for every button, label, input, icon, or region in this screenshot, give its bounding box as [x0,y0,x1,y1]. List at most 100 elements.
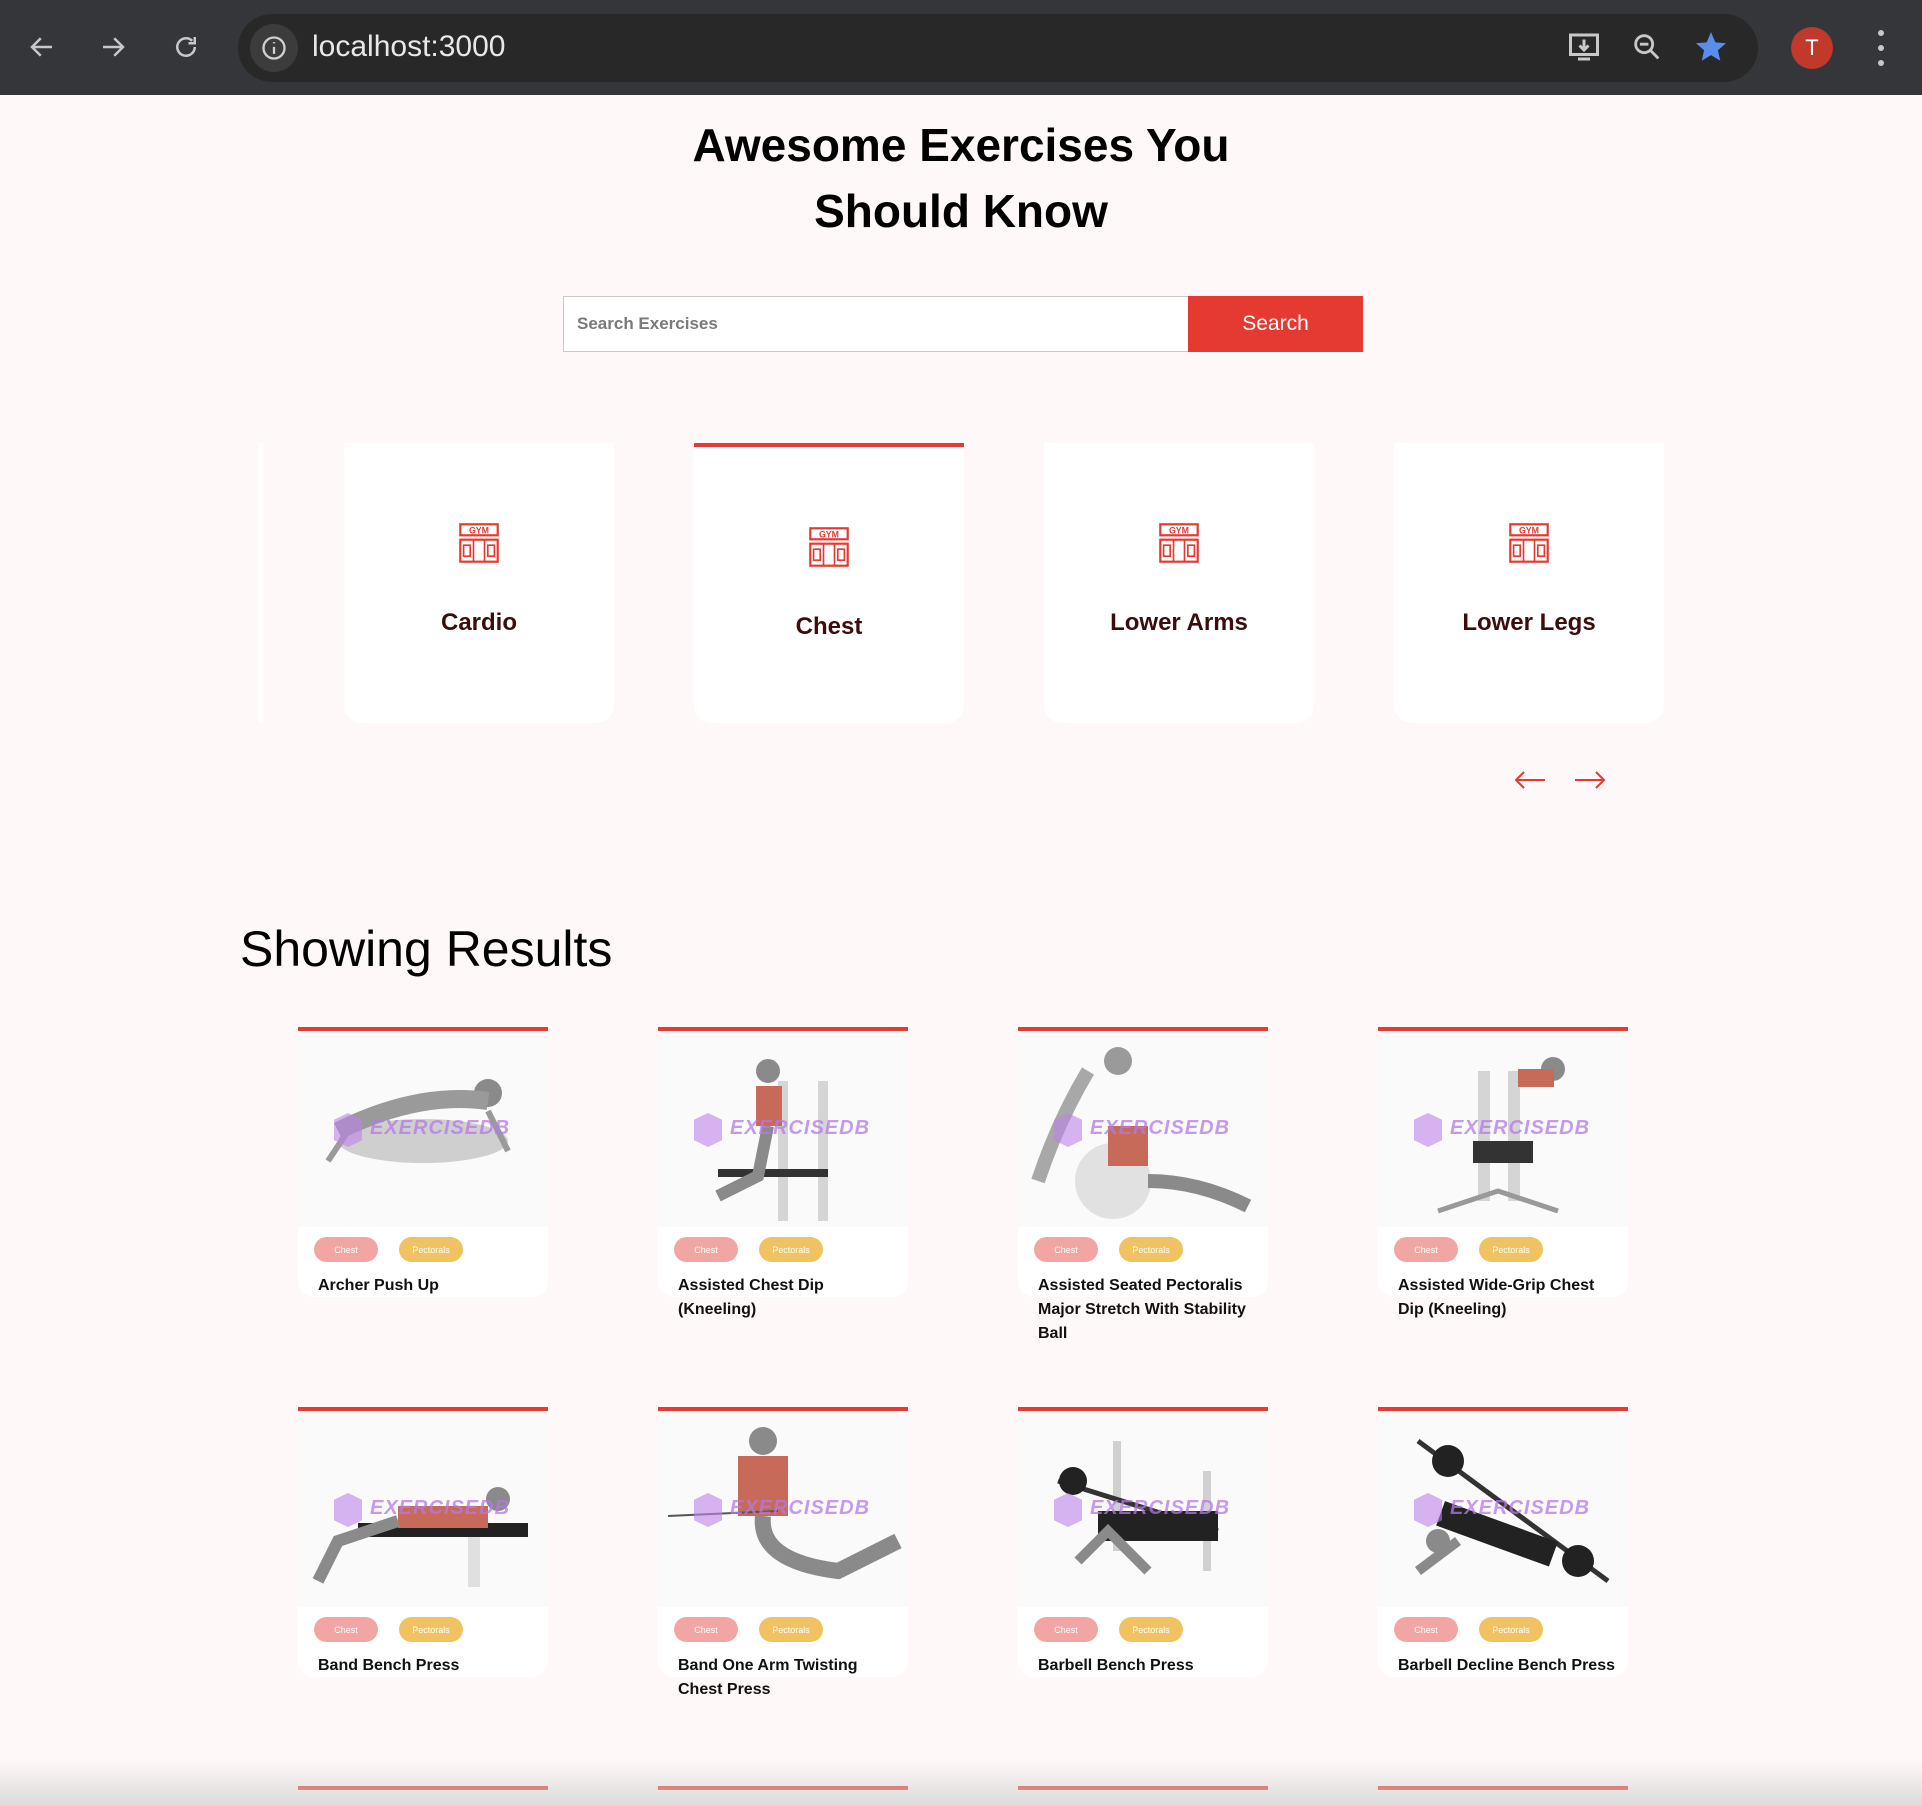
exercise-gif: EXERCISEDB [1378,1031,1628,1227]
target-badge[interactable]: Pectorals [1479,1237,1543,1262]
target-badge[interactable]: Pectorals [399,1617,463,1642]
target-badge[interactable]: Pectorals [1119,1617,1183,1642]
svg-text:GYM: GYM [469,526,489,536]
exercise-card[interactable]: EXERCISEDB Chest Pectorals Barbell Decline … [1378,1407,1628,1677]
menu-kebab-icon[interactable] [1866,25,1896,71]
exercise-card[interactable]: EXERCISEDB Chest Pectorals Archer Push Up [298,1027,548,1297]
zoom-button[interactable] [1622,22,1672,72]
exercise-gif: EXERCISEDB [658,1031,908,1227]
body-part-badge[interactable]: Chest [674,1617,738,1642]
install-app-icon [1569,33,1599,61]
reload-icon [176,37,196,57]
exercisedb-logo-icon [1414,1113,1442,1147]
page-title: Awesome Exercises You Should Know [0,112,1922,244]
watermark-text: EXERCISEDB [370,1497,511,1519]
watermark-text: EXERCISEDB [730,1117,871,1139]
watermark-text: EXERCISEDB [730,1497,871,1519]
gym-icon: GYM [809,527,849,567]
watermark-text: EXERCISEDB [1090,1497,1231,1519]
forward-arrow-icon [103,37,125,57]
exercisedb-logo-icon [1054,1113,1082,1147]
exercise-gif: EXERCISEDB [1378,1411,1628,1607]
exercise-name: Barbell Decline Bench Press [1398,1657,1615,1674]
page-title-text: Awesome Exercises You Should Know [692,119,1230,237]
exercise-name: Band One Arm Twisting Chest Press [678,1657,858,1698]
exercise-name: Archer Push Up [318,1277,439,1294]
back-arrow-icon [30,37,52,57]
target-badge[interactable]: Pectorals [759,1617,823,1642]
site-info-icon [262,36,286,60]
category-label: Lower Arms [1110,609,1248,636]
reload-button[interactable] [162,23,210,71]
category-label: Lower Legs [1462,609,1596,636]
exercise-card[interactable]: EXERCISEDB Chest Pectorals Band One Arm Twi… [658,1407,908,1698]
svg-text:GYM: GYM [1169,526,1189,536]
search-bar: Search [563,296,1363,352]
watermark-text: EXERCISEDB [1090,1117,1231,1139]
exercise-name: Band Bench Press [318,1657,460,1674]
zoom-icon [1634,34,1660,60]
exercisedb-logo-icon [1054,1493,1082,1527]
gym-icon: GYM [459,523,499,563]
category-carousel: GYM Cardio GYM Chest GYM Lower Arms GYM [0,443,1922,725]
category-card-lower-legs[interactable]: GYM Lower Legs [1394,443,1664,723]
search-input[interactable] [563,296,1188,352]
address-bar[interactable]: localhost:3000 [238,14,1758,82]
exercisedb-logo-icon [1414,1493,1442,1527]
exercise-name: Assisted Seated Pectoralis Major Stretch… [1038,1277,1246,1342]
exercise-gif: EXERCISEDB [1018,1031,1268,1227]
target-badge[interactable]: Pectorals [1479,1617,1543,1642]
forward-button[interactable] [89,23,137,71]
body-part-badge[interactable]: Chest [1394,1237,1458,1262]
category-card-lower-arms[interactable]: GYM Lower Arms [1044,443,1314,723]
target-badge[interactable]: Pectorals [1119,1237,1183,1262]
bookmark-button[interactable] [1686,22,1736,72]
exercisedb-logo-icon [334,1113,362,1147]
body-part-badge[interactable]: Chest [674,1237,738,1262]
exercise-name: Assisted Chest Dip (Kneeling) [678,1277,824,1318]
exercise-gif: EXERCISEDB [658,1411,908,1607]
scroll-fade [0,1760,1922,1806]
exercisedb-logo-icon [694,1493,722,1527]
back-button[interactable] [18,23,66,71]
category-label: Chest [795,613,863,640]
profile-avatar[interactable]: T [1791,27,1833,69]
exercise-card[interactable]: EXERCISEDB Chest Pectorals Barbell Bench Pr… [1018,1407,1268,1677]
partial-category-card[interactable] [258,443,264,723]
gym-icon: GYM [1509,523,1549,563]
category-label: Cardio [440,609,517,636]
carousel-prev-button[interactable] [1510,760,1550,800]
body-part-badge[interactable]: Chest [314,1237,378,1262]
exercise-gif: EXERCISEDB [1018,1411,1268,1607]
exercise-card[interactable]: EXERCISEDB Chest Pectorals Assisted Seated … [1018,1027,1268,1342]
install-app-button[interactable] [1559,22,1609,72]
exercise-gif: EXERCISEDB [298,1031,548,1227]
exercise-name: Assisted Wide-Grip Chest Dip (Kneeling) [1398,1277,1595,1318]
watermark-text: EXERCISEDB [370,1117,511,1139]
exercise-name: Barbell Bench Press [1038,1657,1194,1674]
svg-text:GYM: GYM [1519,526,1539,536]
body-part-badge[interactable]: Chest [1034,1617,1098,1642]
exercisedb-logo-icon [694,1113,722,1147]
svg-text:GYM: GYM [819,530,839,540]
target-badge[interactable]: Pectorals [399,1237,463,1262]
target-badge[interactable]: Pectorals [759,1237,823,1262]
watermark-text: EXERCISEDB [1450,1117,1591,1139]
arrow-left-icon [1514,771,1545,789]
results-heading: Showing Results [240,921,613,977]
exercise-card[interactable]: EXERCISEDB Chest Pectorals Assisted Chest D… [658,1027,908,1318]
watermark-text: EXERCISEDB [1450,1497,1591,1519]
site-info-button[interactable] [250,24,298,72]
body-part-badge[interactable]: Chest [1394,1617,1458,1642]
body-part-badge[interactable]: Chest [1034,1237,1098,1262]
category-card-chest[interactable]: GYM Chest [694,443,964,723]
exercise-card[interactable]: EXERCISEDB Chest Pectorals Band Bench Press [298,1407,548,1677]
body-part-badge[interactable]: Chest [314,1617,378,1642]
category-card-cardio[interactable]: GYM Cardio [344,443,614,723]
url-text[interactable]: localhost:3000 [312,30,505,64]
search-button[interactable]: Search [1188,296,1363,352]
exercise-card[interactable]: EXERCISEDB Chest Pectorals Assisted Wide-Gr… [1378,1027,1628,1318]
browser-toolbar: localhost:3000 T [0,0,1922,95]
arrow-right-icon [1575,771,1606,789]
carousel-next-button[interactable] [1570,760,1610,800]
